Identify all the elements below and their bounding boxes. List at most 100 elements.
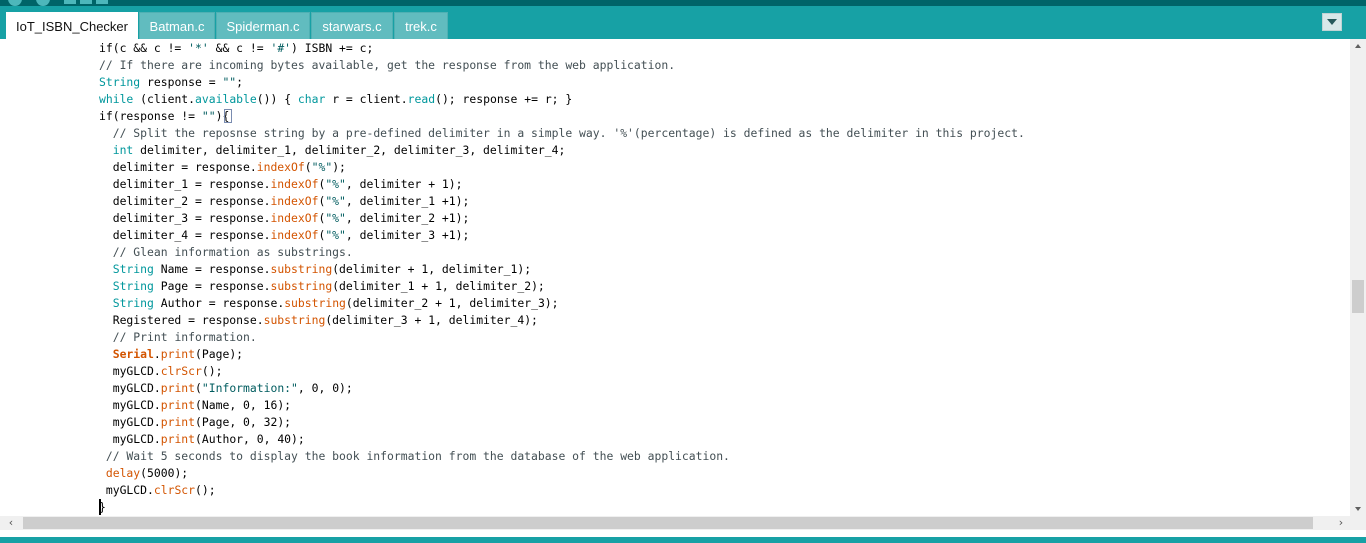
save-icon[interactable]: [96, 0, 108, 4]
code-token: (client.: [133, 92, 196, 106]
tab-bar: IoT_ISBN_Checker Batman.c Spiderman.c st…: [0, 6, 1366, 39]
code-token: print: [160, 398, 196, 412]
code-token: Page = response.: [153, 279, 271, 293]
chevron-right-icon[interactable]: ›: [1334, 516, 1348, 530]
code-token: // Glean information as substrings.: [112, 245, 353, 259]
vertical-scroll-thumb[interactable]: [1352, 280, 1364, 313]
code-token: '*': [188, 41, 209, 55]
code-token: "": [222, 75, 237, 89]
tab-starwars[interactable]: starwars.c: [311, 12, 393, 39]
code-token: Name = response.: [153, 262, 271, 276]
arrow-up-icon[interactable]: [1350, 39, 1366, 53]
code-token: // Print information.: [112, 330, 257, 344]
code-line[interactable]: myGLCD.print(Author, 0, 40);: [99, 431, 1025, 448]
code-line[interactable]: int delimiter, delimiter_1, delimiter_2,…: [99, 142, 1025, 159]
code-token: print: [160, 347, 196, 361]
code-line[interactable]: myGLCD.print(Page, 0, 32);: [99, 414, 1025, 431]
code-token: (Name, 0, 16);: [195, 398, 292, 412]
code-token: "": [201, 109, 216, 123]
code-line[interactable]: Serial.print(Page);: [99, 346, 1025, 363]
code-line[interactable]: }: [99, 499, 1025, 516]
code-line[interactable]: delimiter_4 = response.indexOf("%", deli…: [99, 227, 1025, 244]
code-token: print: [160, 381, 196, 395]
horizontal-scroll-thumb[interactable]: [23, 517, 1313, 529]
code-token: (: [195, 381, 202, 395]
code-token: ()) {: [256, 92, 298, 106]
horizontal-scrollbar[interactable]: ‹ ›: [0, 516, 1350, 530]
code-token: delay: [105, 466, 141, 480]
code-line[interactable]: // Wait 5 seconds to display the book in…: [99, 448, 1025, 465]
code-line[interactable]: String Page = response.substring(delimit…: [99, 278, 1025, 295]
new-icon[interactable]: [64, 0, 76, 4]
code-line[interactable]: myGLCD.print("Information:", 0, 0);: [99, 380, 1025, 397]
code-token: indexOf: [270, 194, 319, 208]
code-line[interactable]: Registered = response.substring(delimite…: [99, 312, 1025, 329]
code-token: myGLCD.: [99, 381, 161, 395]
code-token: substring: [263, 313, 326, 327]
code-line[interactable]: while (client.available()) { char r = cl…: [99, 91, 1025, 108]
code-token: delimiter = response.: [99, 160, 257, 174]
code-line[interactable]: // Glean information as substrings.: [99, 244, 1025, 261]
code-token: myGLCD.: [99, 415, 161, 429]
code-token: // If there are incoming bytes available…: [99, 58, 676, 72]
code-line[interactable]: delimiter_2 = response.indexOf("%", deli…: [99, 193, 1025, 210]
code-line[interactable]: // Split the reposnse string by a pre-de…: [99, 125, 1025, 142]
code-token: r = client.: [325, 92, 408, 106]
code-line[interactable]: delimiter = response.indexOf("%");: [99, 159, 1025, 176]
code-text[interactable]: if(c && c != '*' && c != '#') ISBN += c;…: [99, 40, 1025, 516]
tab-batman[interactable]: Batman.c: [139, 12, 215, 39]
code-token: ) ISBN += c;: [291, 41, 374, 55]
bracket-match-highlight: [224, 109, 232, 123]
code-line[interactable]: myGLCD.print(Name, 0, 16);: [99, 397, 1025, 414]
code-line[interactable]: if(response != ""){: [99, 108, 1025, 125]
code-line[interactable]: delay(5000);: [99, 465, 1025, 482]
tab-trek[interactable]: trek.c: [394, 12, 448, 39]
code-line[interactable]: // If there are incoming bytes available…: [99, 57, 1025, 74]
tab-spiderman[interactable]: Spiderman.c: [216, 12, 310, 39]
code-line[interactable]: if(c && c != '*' && c != '#') ISBN += c;: [99, 40, 1025, 57]
code-line[interactable]: String response = "";: [99, 74, 1025, 91]
code-line[interactable]: String Author = response.substring(delim…: [99, 295, 1025, 312]
code-token: );: [332, 160, 346, 174]
code-line[interactable]: delimiter_1 = response.indexOf("%", deli…: [99, 176, 1025, 193]
code-token: myGLCD.: [99, 432, 161, 446]
code-token: ();: [195, 483, 216, 497]
code-token: , delimiter + 1);: [345, 177, 463, 191]
code-line[interactable]: myGLCD.clrScr();: [99, 363, 1025, 380]
code-token: indexOf: [270, 177, 319, 191]
code-token: substring: [284, 296, 346, 310]
tab-iot-isbn-checker[interactable]: IoT_ISBN_Checker: [6, 12, 138, 39]
chevron-left-icon[interactable]: ‹: [4, 516, 18, 530]
code-token: ();: [201, 364, 223, 378]
code-line[interactable]: delimiter_3 = response.indexOf("%", deli…: [99, 210, 1025, 227]
code-token: (Page);: [195, 347, 244, 361]
vertical-scrollbar[interactable]: [1350, 39, 1366, 516]
code-token: , delimiter_1 +1);: [345, 194, 470, 208]
code-token: '#': [270, 41, 292, 55]
code-line[interactable]: myGLCD.clrScr();: [99, 482, 1025, 499]
code-editor[interactable]: if(c && c != '*' && c != '#') ISBN += c;…: [0, 39, 1350, 516]
code-token: delimiter_1 = response.: [99, 177, 271, 191]
code-token: String: [112, 279, 154, 293]
arduino-ide-window: IoT_ISBN_Checker Batman.c Spiderman.c st…: [0, 0, 1366, 543]
chevron-down-icon[interactable]: [1322, 13, 1342, 31]
open-icon[interactable]: [80, 0, 92, 4]
code-token: (: [304, 160, 312, 174]
code-token: "%": [311, 160, 333, 174]
code-token: print: [160, 432, 196, 446]
code-line[interactable]: String Name = response.substring(delimit…: [99, 261, 1025, 278]
code-token: Registered = response.: [99, 313, 264, 327]
code-token: char: [297, 92, 326, 106]
code-token: delimiter_2 = response.: [99, 194, 271, 208]
code-line[interactable]: // Print information.: [99, 329, 1025, 346]
editor-bottom-margin: [0, 530, 1366, 537]
arrow-down-icon[interactable]: [1350, 502, 1366, 516]
code-token: delimiter_4 = response.: [99, 228, 271, 242]
code-token: indexOf: [270, 211, 319, 225]
